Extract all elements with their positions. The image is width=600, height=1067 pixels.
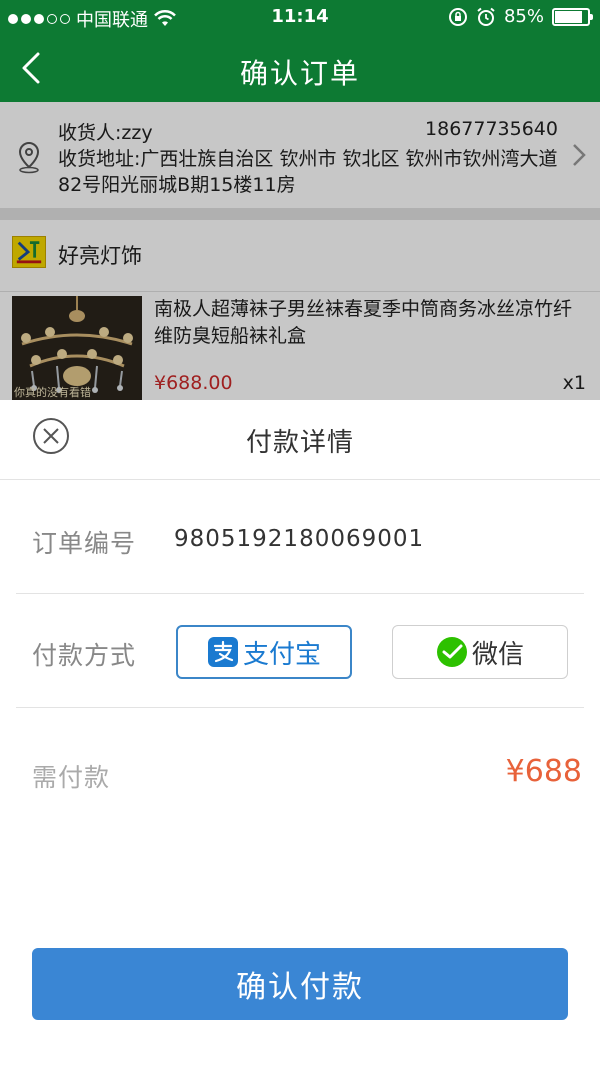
wechat-pay-button[interactable]: 微信 xyxy=(392,625,568,679)
alarm-icon xyxy=(477,7,495,26)
payment-method-label: 付款方式 xyxy=(32,641,137,670)
order-number-label: 订单编号 xyxy=(32,529,137,558)
order-number-row: 订单编号 9805192180069001 xyxy=(16,480,584,594)
confirm-payment-button[interactable]: 确认付款 xyxy=(32,948,568,1020)
amount-due-value: ¥688 xyxy=(505,754,582,789)
payment-method-row: 付款方式 支付宝 微信 xyxy=(16,594,584,708)
status-right: 85% xyxy=(448,6,593,27)
battery-icon xyxy=(552,7,593,26)
payment-sheet-header: 付款详情 xyxy=(0,400,600,480)
battery-fill xyxy=(555,10,583,23)
order-number-value: 9805192180069001 xyxy=(174,526,425,552)
nav-bar: 确认订单 xyxy=(0,34,600,102)
amount-due-label: 需付款 xyxy=(32,763,111,792)
amount-due-row: 需付款 ¥688 xyxy=(16,708,584,838)
status-bar: 中国联通 11:14 85% xyxy=(0,0,600,34)
alipay-button[interactable]: 支付宝 xyxy=(176,625,352,679)
wechat-pay-icon xyxy=(436,637,467,667)
battery-percent: 85% xyxy=(503,6,544,27)
wechat-pay-label: 微信 xyxy=(471,639,524,670)
page-title: 确认订单 xyxy=(239,57,360,90)
modal-overlay[interactable] xyxy=(0,102,600,400)
payment-sheet: 付款详情 订单编号 9805192180069001 付款方式 支付宝 微信 需… xyxy=(0,400,600,1067)
alipay-icon xyxy=(207,637,238,667)
payment-sheet-title: 付款详情 xyxy=(245,428,354,458)
alipay-label: 支付宝 xyxy=(242,639,321,670)
rotation-lock-icon xyxy=(448,7,467,26)
